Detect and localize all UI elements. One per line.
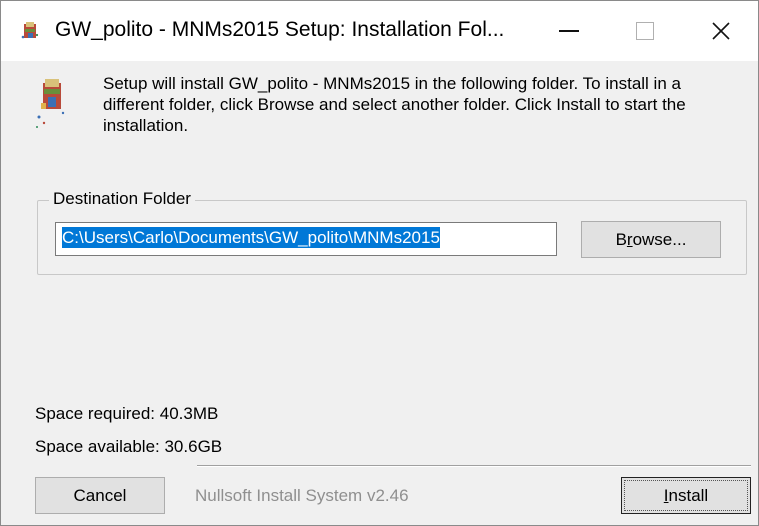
space-required-text: Space required: 40.3MB [35,404,219,423]
installer-package-icon [36,79,65,128]
destination-path-value: C:\Users\Carlo\Documents\GW_polito\MNMs2… [62,227,440,248]
installer-package-icon [21,22,39,39]
setup-window: GW_polito - MNMs2015 Setup: Installation… [0,0,759,526]
maximize-icon [636,22,654,40]
browse-label-post: owse... [632,229,687,249]
minimize-button[interactable] [531,1,607,61]
destination-folder-label: Destination Folder [49,189,195,209]
maximize-button[interactable] [607,1,683,61]
window-title: GW_polito - MNMs2015 Setup: Installation… [55,18,505,41]
close-button[interactable] [683,1,759,61]
instruction-text: Setup will install GW_polito - MNMs2015 … [103,74,686,135]
header-panel: Setup will install GW_polito - MNMs2015 … [1,61,758,161]
browse-button[interactable]: Br owse... [581,221,721,258]
cancel-button[interactable]: Cancel [35,477,165,514]
focus-rectangle [624,480,748,511]
footer-divider [197,465,751,467]
browse-label-pre: B [615,229,627,249]
nsis-branding-text: Nullsoft Install System v2.46 [195,486,409,505]
title-bar[interactable]: GW_polito - MNMs2015 Setup: Installation… [1,1,758,61]
install-button[interactable]: Install [621,477,751,514]
destination-path-input[interactable]: C:\Users\Carlo\Documents\GW_polito\MNMs2… [55,222,557,256]
close-icon [712,22,730,40]
cancel-label: Cancel [73,485,127,505]
minimize-icon [559,30,579,32]
space-available-text: Space available: 30.6GB [35,437,223,456]
